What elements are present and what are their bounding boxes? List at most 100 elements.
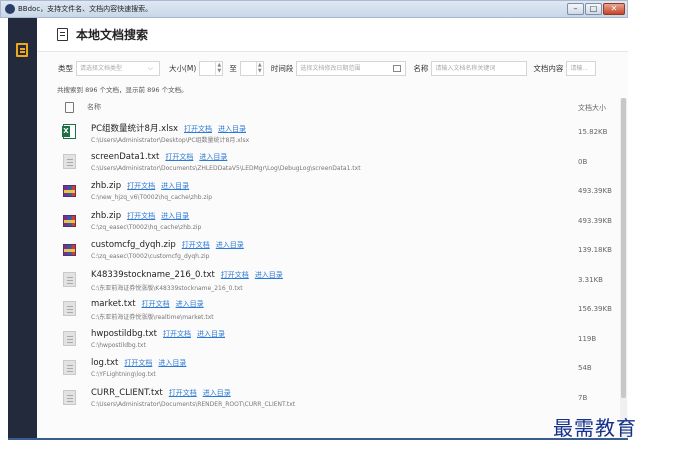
- file-path: C:\new_hjzq_v6\T0002\hq_cache\zhb.zip: [91, 194, 213, 201]
- name-placeholder: 请输入文档名称关键词: [435, 64, 496, 72]
- name-input[interactable]: 请输入文档名称关键词: [431, 60, 528, 76]
- stepper-icon[interactable]: ▲ ▼: [255, 61, 263, 75]
- page-header: 本地文档搜索: [37, 18, 628, 52]
- open-document-link[interactable]: 打开文档: [127, 182, 155, 190]
- open-directory-link[interactable]: 进入目录: [161, 212, 189, 220]
- file-name-line: hwpostildbg.txt 打开文档 进入目录: [91, 329, 225, 339]
- column-size[interactable]: 文档大小: [578, 103, 606, 113]
- app-window: BBdoc，支持文件名、文档内容快速搜索。 – □ ✕ 本地文档搜索 类型 请选…: [0, 0, 676, 453]
- file-name: CURR_CLIENT.txt: [91, 387, 163, 398]
- table-row[interactable]: K48339stockname_216_0.txt 打开文档 进入目录 C:\东亚前海…: [57, 266, 628, 296]
- table-row[interactable]: hwpostildbg.txt 打开文档 进入目录 C:\hwpostildbg.tx…: [57, 325, 628, 355]
- result-list: PC组数量统计8月.xlsx打开文档进入目录C:\Users\Administr…: [57, 118, 628, 413]
- file-name: zhb.zip: [91, 210, 122, 221]
- table-row[interactable]: PC组数量统计8月.xlsx 打开文档进入目录 C:\Users\Administr…: [57, 118, 628, 148]
- file-size: 15.82KB: [578, 128, 608, 136]
- table-row[interactable]: CURR_CLIENT.txt 打开文档 进入目录 C:\Users\Administ…: [57, 384, 628, 414]
- file-name: K48339stockname_216_0.txt: [91, 269, 215, 280]
- title-bar[interactable]: BBdoc，支持文件名、文档内容快速搜索。 – □ ✕: [0, 0, 628, 18]
- zip-icon: [63, 214, 76, 227]
- text-file-icon: [63, 271, 76, 287]
- content-placeholder: 请输...: [570, 64, 589, 72]
- minimize-button[interactable]: –: [567, 3, 584, 15]
- file-path: C:\hwpostildbg.txt: [91, 341, 146, 349]
- file-path: C:\Users\Administrator\Desktop\PC组数量统计8月…: [91, 137, 250, 144]
- size-min-input[interactable]: ▲ ▼: [199, 60, 224, 76]
- table-header: 名称 文档大小: [57, 98, 628, 116]
- table-row[interactable]: zhb.zip 打开文档 进入目录 C:\zq_easec\T0002\hq_cach…: [57, 207, 628, 237]
- chevron-down-icon: ⌵: [147, 63, 153, 72]
- table-row[interactable]: zhb.zip 打开文档 进入目录 C:\new_hjzq_v6\T0002\hq_c…: [57, 177, 628, 207]
- size-label: 大小(M): [169, 63, 197, 73]
- table-row[interactable]: screenData1.txt 打开文档 进入目录 C:\Users\Administ…: [57, 148, 628, 178]
- open-directory-link[interactable]: 进入目录: [176, 300, 204, 308]
- file-name-line: zhb.zip 打开文档 进入目录: [91, 181, 189, 191]
- time-range-input[interactable]: 选择文档修改日期范围: [296, 60, 407, 76]
- type-label: 类型: [58, 63, 73, 73]
- open-directory-link[interactable]: 进入目录: [158, 359, 186, 367]
- file-path: C:\Users\Administrator\Documents\RENDER_…: [91, 400, 296, 408]
- content-input[interactable]: 请输...: [566, 60, 597, 76]
- main-panel: 本地文档搜索 类型 请选择文档类型 ⌵ 大小(M) ▲ ▼ 至 ▲ ▼ 时间段 选择…: [37, 18, 628, 438]
- file-path: C:\东亚前海证券悦涨版\realtime\market.txt: [91, 314, 214, 321]
- file-size: 493.39KB: [578, 216, 612, 225]
- table-row[interactable]: customcfg_dyqh.zip 打开文档 进入目录 C:\zq_easec\T0…: [57, 236, 628, 266]
- close-button[interactable]: ✕: [603, 3, 625, 15]
- file-size: 493.39KB: [578, 187, 612, 195]
- open-directory-link[interactable]: 进入目录: [161, 182, 189, 190]
- size-max-input[interactable]: ▲ ▼: [239, 60, 264, 76]
- maximize-button[interactable]: □: [585, 3, 602, 15]
- table-row[interactable]: market.txt 打开文档 进入目录 C:\东亚前海证券悦涨版\realtime\…: [57, 295, 628, 325]
- file-size: 54B: [578, 364, 592, 372]
- open-directory-link[interactable]: 进入目录: [203, 389, 231, 397]
- excel-icon: [62, 124, 76, 139]
- file-name-line: log.txt 打开文档 进入目录: [91, 358, 186, 368]
- file-path: C:\YFLightning\log.txt: [91, 371, 156, 378]
- vertical-scrollbar[interactable]: [620, 98, 627, 438]
- window-controls: – □ ✕: [567, 3, 625, 15]
- file-path: C:\东亚前海证券悦涨版\K48339stockname_216_0.txt: [91, 284, 243, 292]
- open-document-link[interactable]: 打开文档: [163, 330, 191, 338]
- file-icon: [65, 101, 74, 113]
- file-name-line: customcfg_dyqh.zip 打开文档 进入目录: [91, 240, 244, 250]
- open-document-link[interactable]: 打开文档: [165, 153, 193, 161]
- open-document-link[interactable]: 打开文档: [142, 300, 170, 308]
- file-name: log.txt: [91, 358, 119, 368]
- table-row[interactable]: log.txt 打开文档 进入目录 C:\YFLightning\log.txt 54B: [57, 354, 628, 384]
- open-document-link[interactable]: 打开文档: [182, 241, 210, 249]
- text-file-icon: [63, 389, 76, 405]
- stepper-icon[interactable]: ▲ ▼: [215, 61, 222, 75]
- file-name: customcfg_dyqh.zip: [91, 240, 176, 250]
- time-range-placeholder: 选择文档修改日期范围: [300, 64, 361, 72]
- open-directory-link[interactable]: 进入目录: [255, 271, 283, 279]
- open-document-link[interactable]: 打开文档: [124, 359, 152, 367]
- file-name: screenData1.txt: [91, 151, 160, 162]
- open-directory-link[interactable]: 进入目录: [218, 125, 246, 133]
- text-file-icon: [63, 153, 76, 169]
- time-label: 时间段: [270, 63, 294, 73]
- name-label: 名称: [413, 63, 429, 73]
- open-directory-link[interactable]: 进入目录: [199, 153, 227, 161]
- type-select[interactable]: 请选择文档类型 ⌵: [76, 60, 160, 76]
- open-document-link[interactable]: 打开文档: [127, 212, 155, 220]
- scrollbar-thumb[interactable]: [621, 98, 626, 398]
- document-search-nav-icon[interactable]: [16, 43, 28, 57]
- open-document-link[interactable]: 打开文档: [221, 271, 249, 279]
- file-size: 156.39KB: [578, 305, 612, 313]
- watermark: 最需教育: [553, 416, 637, 440]
- open-document-link[interactable]: 打开文档: [169, 389, 197, 397]
- open-directory-link[interactable]: 进入目录: [216, 241, 244, 249]
- open-directory-link[interactable]: 进入目录: [197, 330, 225, 338]
- text-file-icon: [63, 301, 76, 316]
- file-name-line: zhb.zip 打开文档 进入目录: [91, 211, 189, 221]
- document-icon: [57, 28, 68, 41]
- file-name: hwpostildbg.txt: [91, 328, 158, 339]
- calendar-icon[interactable]: [393, 64, 402, 72]
- column-name[interactable]: 名称: [87, 102, 101, 112]
- zip-icon: [63, 185, 76, 197]
- file-size: 3.31KB: [578, 275, 603, 284]
- file-size: 7B: [578, 393, 588, 402]
- open-document-link[interactable]: 打开文档: [184, 125, 212, 133]
- app-logo-icon: [5, 4, 15, 14]
- zip-icon: [63, 244, 76, 256]
